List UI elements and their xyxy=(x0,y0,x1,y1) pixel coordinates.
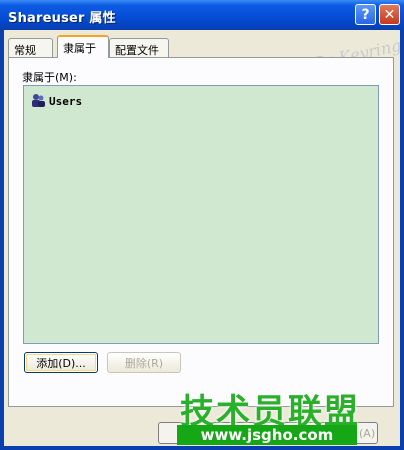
title-bar[interactable]: Shareuser 属性 ? ✕ xyxy=(0,0,404,30)
list-item[interactable]: Users xyxy=(30,92,82,111)
apply-button-label: (A) xyxy=(359,426,376,440)
add-button-label: 添加(D)... xyxy=(36,356,86,370)
brand-url: www.jsgho.com xyxy=(177,425,357,445)
tab-general-label: 常规 xyxy=(14,44,36,57)
remove-button-label: 删除(R) xyxy=(124,356,164,370)
list-item-label: Users xyxy=(49,95,83,108)
close-button[interactable]: ✕ xyxy=(379,4,400,25)
close-icon: ✕ xyxy=(383,6,396,23)
apply-button[interactable]: (A) xyxy=(359,422,383,444)
tab-profile[interactable]: 配置文件 xyxy=(109,38,169,58)
window-title: Shareuser 属性 xyxy=(8,11,116,26)
add-button[interactable]: 添加(D)... xyxy=(24,352,98,373)
help-button[interactable]: ? xyxy=(355,4,376,25)
tab-profile-label: 配置文件 xyxy=(115,44,159,57)
dialog-body: 常规 隶属于 配置文件 百度经验 By Keyring 隶属于(M): User… xyxy=(4,30,403,446)
remove-button[interactable]: 删除(R) xyxy=(107,352,181,373)
help-icon: ? xyxy=(361,6,370,23)
tab-member-of[interactable]: 隶属于 xyxy=(57,35,109,58)
tab-general[interactable]: 常规 xyxy=(8,38,53,58)
group-icon xyxy=(30,92,46,111)
tab-member-of-label: 隶属于 xyxy=(63,42,96,55)
properties-window: Shareuser 属性 ? ✕ 常规 隶属于 配置文件 百度经验 By Key… xyxy=(0,0,404,450)
member-of-label: 隶属于(M): xyxy=(22,71,77,84)
member-of-list[interactable]: Users xyxy=(23,85,379,344)
